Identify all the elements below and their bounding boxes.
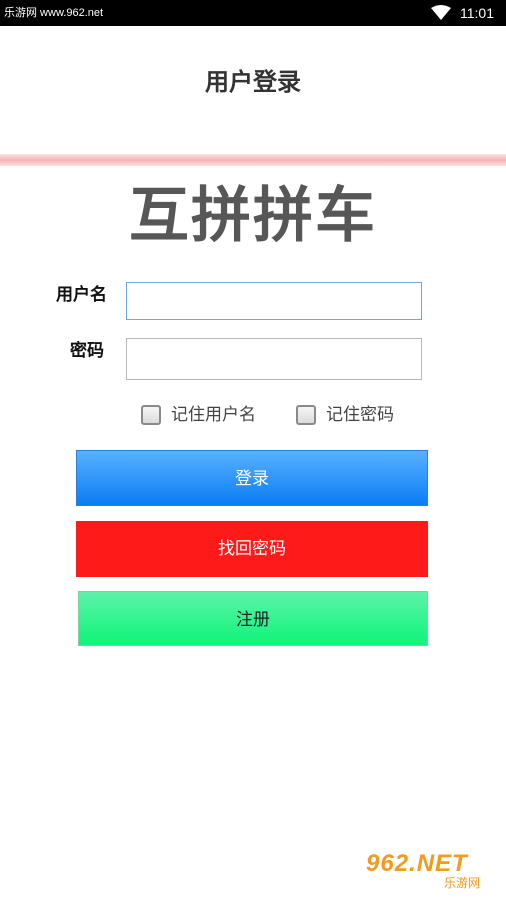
watermark-logo: 962.NET 乐游网 [366, 850, 498, 894]
remember-username-box[interactable] [141, 405, 161, 425]
remember-username-label: 记住用户名 [171, 405, 256, 425]
recover-password-button[interactable]: 找回密码 [76, 521, 428, 577]
username-label: 用户名 [56, 285, 107, 305]
header-divider [0, 154, 506, 166]
page-title: 用户登录 [205, 68, 301, 96]
wifi-icon [431, 5, 451, 20]
password-input[interactable] [126, 338, 422, 380]
app-logo-text: 互拼拼车 [129, 181, 377, 251]
remember-username-checkbox[interactable]: 记住用户名 [141, 404, 256, 426]
remember-password-label: 记住密码 [326, 405, 394, 425]
username-input[interactable] [126, 282, 422, 320]
remember-password-box[interactable] [296, 405, 316, 425]
register-button[interactable]: 注册 [78, 591, 428, 646]
remember-password-checkbox[interactable]: 记住密码 [296, 404, 394, 426]
status-time: 11:01 [460, 5, 494, 21]
status-source-text: 乐游网 www.962.net [4, 7, 104, 19]
watermark-sub-text: 乐游网 [444, 876, 481, 890]
watermark-main-text: 962.NET [366, 850, 468, 877]
status-bar: 乐游网 www.962.net 11:01 [0, 0, 506, 26]
password-label: 密码 [70, 341, 104, 361]
login-button[interactable]: 登录 [76, 450, 428, 506]
